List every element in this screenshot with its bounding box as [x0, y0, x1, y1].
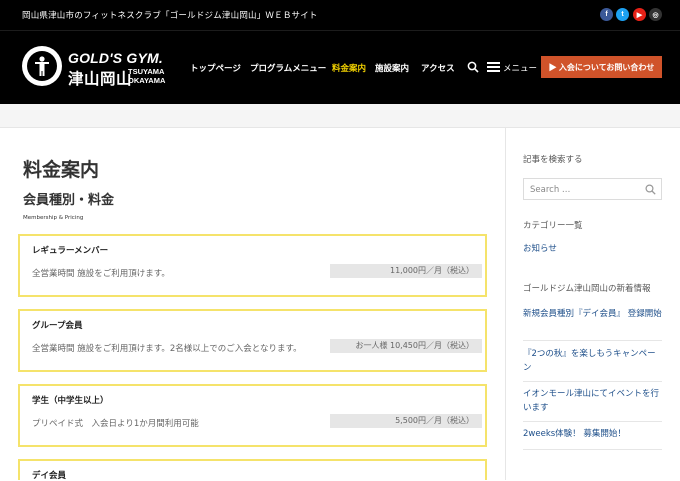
twitter-icon[interactable]: t [616, 8, 629, 21]
facebook-icon[interactable]: f [600, 8, 613, 21]
news-item[interactable]: 2weeks体験！ 募集開始！ [523, 427, 662, 441]
plan-card-student: 学生（中学生以上） プリペイド式 入会日より1か月間利用可能 5,500円／月（… [18, 384, 487, 447]
brand-name: GOLD'S GYM. [68, 50, 163, 66]
category-heading: カテゴリー一覧 [523, 221, 583, 231]
plan-name: 学生（中学生以上） [32, 396, 109, 406]
search-box [523, 178, 662, 200]
news-divider [523, 381, 662, 382]
news-item[interactable]: イオンモール津山にてイベントを行います [523, 387, 662, 415]
plan-description: プリペイド式 入会日より1か月間利用可能 [32, 419, 199, 429]
site-tagline: 岡山県津山市のフィットネスクラブ「ゴールドジム津山岡山」ＷＥＢサイト [22, 11, 318, 21]
instagram-icon[interactable]: ◎ [649, 8, 662, 21]
nav-top-page[interactable]: トップページ [190, 62, 241, 74]
section-subtitle: Membership & Pricing [23, 215, 84, 221]
hero-band [0, 104, 680, 128]
youtube-icon[interactable]: ▶ [633, 8, 646, 21]
news-divider [523, 421, 662, 422]
sidebar-divider [505, 128, 506, 480]
plan-name: デイ会員 [32, 471, 67, 481]
news-heading: ゴールドジム津山岡山の新着情報 [523, 284, 651, 294]
nav-pricing[interactable]: 料金案内 [332, 62, 366, 74]
brand-location-en-line2: OKAYAMA [128, 75, 166, 85]
nav-facilities[interactable]: 施設案内 [375, 62, 409, 74]
contact-button[interactable]: ▶ 入会についてお問い合わせ [541, 56, 662, 78]
plan-card-regular: レギュラーメンバー 全営業時間 施設をご利用頂けます。 11,000円／月（税込… [18, 234, 487, 297]
menu-label[interactable]: メニュー [503, 62, 537, 74]
hamburger-icon[interactable] [487, 62, 500, 72]
plan-card-group: グループ会員 全営業時間 施設をご利用頂けます。2名様以上でのご入会となります。… [18, 309, 487, 372]
category-link-news[interactable]: お知らせ [523, 242, 662, 256]
nav-program-menu[interactable]: プログラムメニュー [250, 62, 326, 74]
nav-access[interactable]: アクセス [421, 62, 455, 74]
top-bar: 岡山県津山市のフィットネスクラブ「ゴールドジム津山岡山」ＷＥＢサイト f t ▶… [0, 0, 680, 30]
section-title: 会員種別・料金 [23, 193, 115, 208]
search-input[interactable] [530, 183, 640, 196]
news-item[interactable]: 新規会員種別『デイ会員』 登録開始 [523, 307, 662, 321]
plan-name: レギュラーメンバー [32, 246, 109, 256]
search-icon[interactable] [467, 61, 479, 73]
search-icon[interactable] [645, 184, 656, 195]
plan-description: 全営業時間 施設をご利用頂けます。 [32, 269, 170, 279]
news-divider [523, 340, 662, 341]
plan-price: お一人様 10,450円／月（税込） [330, 339, 482, 353]
plan-card-day: デイ会員 [18, 459, 487, 481]
news-item[interactable]: 『2つの秋』を楽しもうキャンペーン [523, 347, 662, 375]
strongman-icon [35, 56, 49, 76]
brand-location-jp: 津山岡山 [68, 70, 133, 88]
plan-description: 全営業時間 施設をご利用頂けます。2名様以上でのご入会となります。 [32, 344, 302, 354]
brand-location-en: TSUYAMA OKAYAMA [128, 67, 166, 85]
page-title: 料金案内 [23, 159, 100, 181]
header-divider [0, 30, 680, 31]
plan-price: 11,000円／月（税込） [330, 264, 482, 278]
news-divider [523, 449, 662, 450]
plan-price: 5,500円／月（税込） [330, 414, 482, 428]
plan-name: グループ会員 [32, 321, 83, 331]
search-heading: 記事を検索する [523, 155, 583, 165]
